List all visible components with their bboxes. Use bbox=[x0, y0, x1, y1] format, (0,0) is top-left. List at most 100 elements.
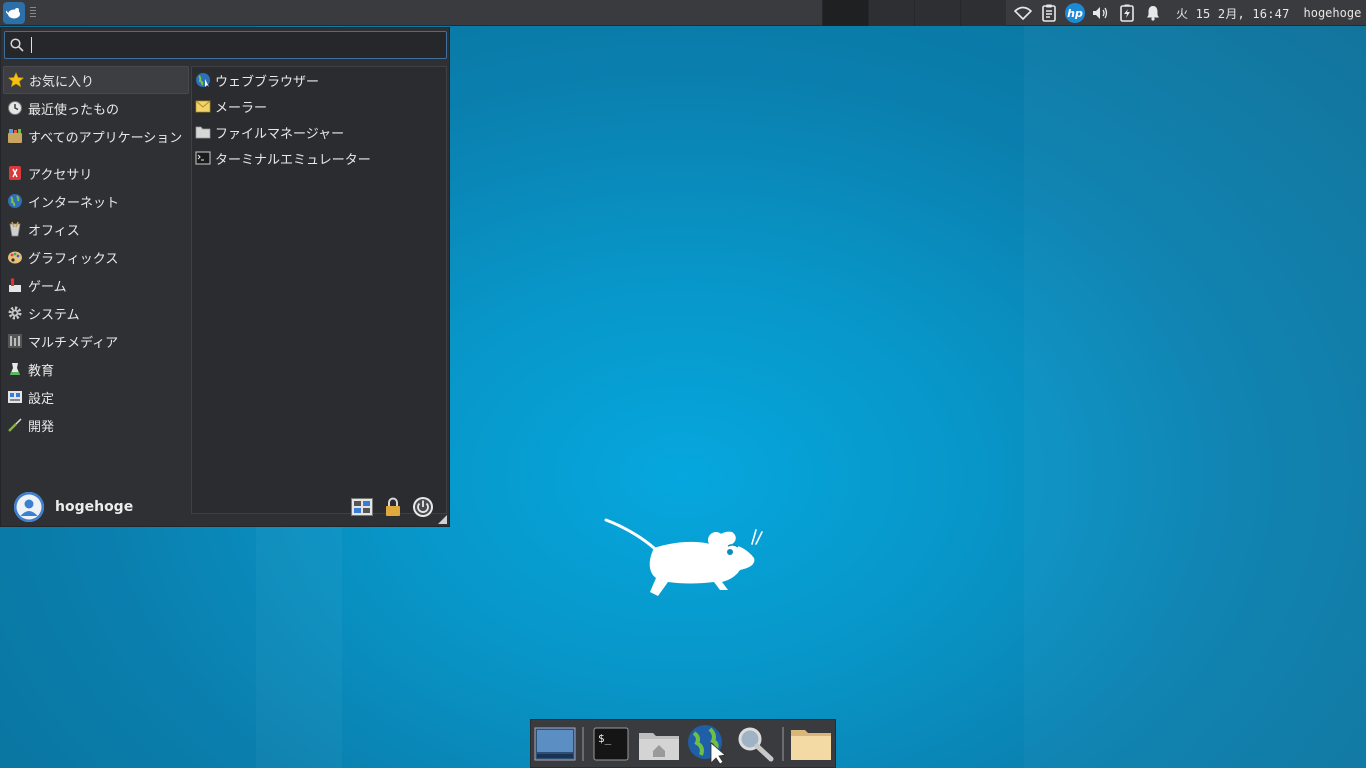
multimedia-icon bbox=[7, 333, 23, 349]
dock-separator bbox=[582, 726, 584, 761]
category-label: システム bbox=[28, 307, 80, 323]
category-recent[interactable]: 最近使ったもの bbox=[3, 94, 189, 122]
search-box[interactable] bbox=[4, 31, 447, 59]
category-favorites[interactable]: お気に入り bbox=[3, 66, 189, 94]
dock-file-manager-home[interactable] bbox=[635, 721, 683, 767]
whisker-menu-button[interactable] bbox=[3, 1, 25, 24]
category-settings[interactable]: 設定 bbox=[3, 383, 189, 411]
category-label: お気に入り bbox=[29, 74, 95, 90]
category-label: 最近使ったもの bbox=[28, 102, 120, 118]
category-development[interactable]: 開発 bbox=[3, 411, 189, 439]
dock-app-finder[interactable] bbox=[731, 721, 779, 767]
category-system[interactable]: システム bbox=[3, 299, 189, 327]
category-education[interactable]: 教育 bbox=[3, 355, 189, 383]
app-label: ターミナルエミュレーター bbox=[215, 152, 371, 168]
app-item-mail[interactable]: メーラー bbox=[192, 93, 446, 119]
app-label: ウェブブラウザー bbox=[215, 74, 320, 90]
applications-icon bbox=[7, 128, 23, 144]
search-icon bbox=[5, 38, 29, 52]
category-list: お気に入り 最近使ったもの すべてのアプリケーション アクセサリ インターネット… bbox=[3, 66, 189, 439]
wallpaper-band bbox=[1024, 0, 1366, 768]
category-all-applications[interactable]: すべてのアプリケーション bbox=[3, 122, 189, 150]
education-icon bbox=[7, 361, 23, 377]
svg-text:$_: $_ bbox=[598, 732, 612, 745]
mail-icon bbox=[195, 98, 211, 114]
dock-web-browser[interactable] bbox=[683, 721, 731, 767]
lock-screen-button[interactable] bbox=[381, 495, 405, 519]
clock-icon bbox=[7, 100, 23, 116]
workspace-switcher bbox=[822, 0, 1006, 26]
workspace-2[interactable] bbox=[868, 0, 914, 26]
category-games[interactable]: ゲーム bbox=[3, 271, 189, 299]
web-browser-icon bbox=[688, 724, 726, 765]
clipboard-icon[interactable] bbox=[1036, 0, 1062, 26]
app-label: ファイルマネージャー bbox=[215, 126, 345, 142]
terminal-icon bbox=[195, 150, 211, 166]
menu-resize-grip[interactable] bbox=[438, 515, 447, 524]
category-label: アクセサリ bbox=[28, 167, 93, 183]
panel-clock[interactable]: 火 15 2月, 16:47 bbox=[1176, 5, 1290, 22]
terminal-icon: $_ bbox=[593, 727, 629, 760]
category-label: すべてのアプリケーション bbox=[28, 130, 183, 146]
game-icon bbox=[7, 277, 23, 293]
panel-separator-handle[interactable] bbox=[30, 6, 36, 19]
web-browser-icon bbox=[195, 72, 211, 88]
menu-footer: hogehoge bbox=[1, 488, 449, 526]
workspace-4[interactable] bbox=[960, 0, 1006, 26]
settings-manager-button[interactable] bbox=[350, 495, 374, 519]
wifi-icon[interactable] bbox=[1010, 0, 1036, 26]
category-label: インターネット bbox=[28, 195, 120, 211]
user-avatar[interactable] bbox=[14, 492, 44, 522]
settings-manager-icon bbox=[351, 498, 373, 516]
magnifier-icon bbox=[738, 727, 774, 761]
category-label: グラフィックス bbox=[28, 251, 119, 267]
xfce-mouse-icon bbox=[6, 7, 20, 18]
dock-folder[interactable] bbox=[787, 721, 835, 767]
category-label: マルチメディア bbox=[28, 335, 119, 351]
internet-globe-icon bbox=[7, 193, 23, 209]
log-out-button[interactable] bbox=[411, 495, 435, 519]
folder-icon bbox=[195, 124, 211, 140]
workspace-3[interactable] bbox=[914, 0, 960, 26]
panel-username[interactable]: hogehoge bbox=[1304, 6, 1362, 20]
category-label: オフィス bbox=[28, 223, 80, 239]
accessories-icon bbox=[7, 165, 23, 181]
power-icon bbox=[413, 497, 433, 517]
dock-terminal[interactable]: $_ bbox=[587, 721, 635, 767]
settings-icon bbox=[7, 389, 23, 405]
category-office[interactable]: オフィス bbox=[3, 215, 189, 243]
volume-icon[interactable] bbox=[1088, 0, 1114, 26]
hp-printer-icon[interactable]: hp bbox=[1062, 0, 1088, 26]
show-desktop-icon bbox=[534, 727, 576, 760]
app-label: メーラー bbox=[215, 100, 268, 116]
folder-icon bbox=[791, 729, 831, 760]
user-avatar-icon bbox=[14, 492, 44, 522]
app-item-terminal[interactable]: ターミナルエミュレーター bbox=[192, 145, 446, 171]
category-graphics[interactable]: グラフィックス bbox=[3, 243, 189, 271]
development-icon bbox=[7, 417, 23, 433]
workspace-1[interactable] bbox=[822, 0, 868, 26]
whisker-menu: お気に入り 最近使ったもの すべてのアプリケーション アクセサリ インターネット… bbox=[0, 27, 450, 527]
app-item-web-browser[interactable]: ウェブブラウザー bbox=[192, 67, 446, 93]
category-label: 教育 bbox=[28, 363, 55, 379]
battery-charging-icon[interactable] bbox=[1114, 0, 1140, 26]
bottom-dock: $_ bbox=[530, 719, 836, 768]
system-gear-icon bbox=[7, 305, 23, 321]
notification-bell-icon[interactable] bbox=[1140, 0, 1166, 26]
xfce-mouse-logo bbox=[604, 518, 763, 596]
dock-show-desktop[interactable] bbox=[531, 721, 579, 767]
category-internet[interactable]: インターネット bbox=[3, 187, 189, 215]
category-multimedia[interactable]: マルチメディア bbox=[3, 327, 189, 355]
lock-icon bbox=[386, 497, 400, 516]
category-label: 設定 bbox=[28, 391, 55, 407]
search-input[interactable] bbox=[32, 37, 446, 53]
category-accessories[interactable]: アクセサリ bbox=[3, 159, 189, 187]
office-icon bbox=[7, 221, 23, 237]
graphics-palette-icon bbox=[7, 249, 23, 265]
application-list: ウェブブラウザー メーラー ファイルマネージャー ターミナルエミュレーター bbox=[191, 66, 447, 514]
top-panel: hp 火 15 2月, 16:47 hogehoge bbox=[0, 0, 1366, 26]
category-label: 開発 bbox=[28, 419, 55, 435]
dock-separator bbox=[782, 726, 784, 761]
category-label: ゲーム bbox=[28, 279, 67, 295]
app-item-file-manager[interactable]: ファイルマネージャー bbox=[192, 119, 446, 145]
